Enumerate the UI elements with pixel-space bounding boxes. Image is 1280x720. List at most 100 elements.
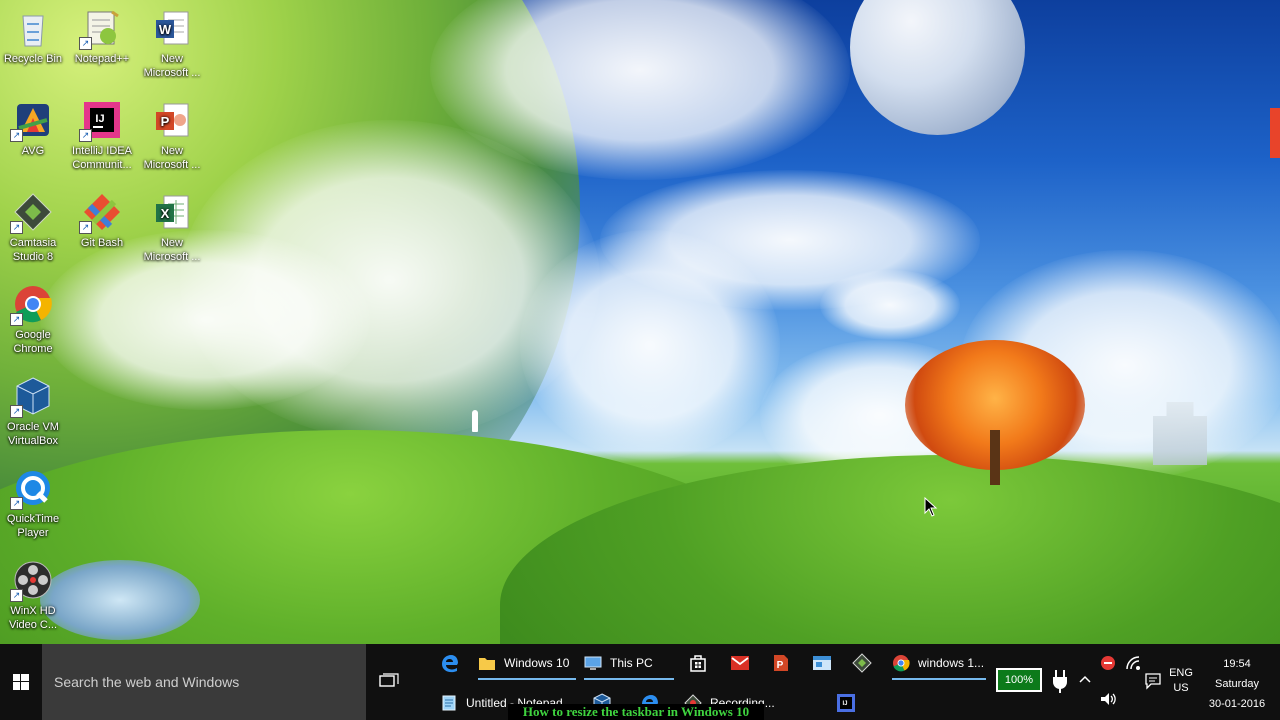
active-indicator xyxy=(584,678,674,680)
wifi-icon[interactable] xyxy=(1124,654,1142,672)
clock-time: 19:54 xyxy=(1223,658,1251,670)
avg-icon: ↗ xyxy=(10,100,53,142)
notepad-plus-plus-icon: ↗ xyxy=(79,8,122,50)
mouse-cursor-icon xyxy=(924,497,938,517)
chrome-icon xyxy=(892,654,910,672)
intellij-idea-icon: IJ ↗ xyxy=(79,100,122,142)
wallpaper-tree-trunk xyxy=(990,430,1000,485)
language-region: US xyxy=(1173,682,1189,694)
clock[interactable]: 19:54 Saturday 30-01-2016 xyxy=(1200,654,1274,714)
camtasia-icon xyxy=(852,653,872,673)
desktop-icon-powerpoint-document[interactable]: P New Microsoft ... xyxy=(138,100,206,172)
desktop-icon-avg[interactable]: ↗ AVG xyxy=(0,100,67,158)
desktop-icon-camtasia[interactable]: ↗ Camtasia Studio 8 xyxy=(0,192,67,264)
language-indicator[interactable]: ENG US xyxy=(1166,666,1196,696)
svg-text:X: X xyxy=(161,206,170,221)
desktop-icon-label: New Microsoft ... xyxy=(143,237,201,263)
desktop-icon-git-bash[interactable]: ↗ Git Bash xyxy=(68,192,136,250)
taskbar-app-store[interactable] xyxy=(688,646,712,680)
power-plug-icon xyxy=(1053,670,1067,693)
powerpoint-icon: P xyxy=(774,655,788,671)
clock-day: Saturday xyxy=(1214,678,1260,690)
taskbar-app-label: windows 1... xyxy=(918,656,985,670)
mail-icon xyxy=(731,656,749,670)
windows-logo-icon xyxy=(13,674,29,690)
quicktime-icon: ↗ xyxy=(10,468,53,510)
taskbar-app-file-explorer[interactable]: Windows 10 xyxy=(478,646,576,680)
excel-document-icon: X xyxy=(152,192,192,232)
desktop-icon-label: Notepad++ xyxy=(74,53,130,65)
desktop-icon-label: WinX HD Video C... xyxy=(8,605,58,631)
desktop-icon-excel-document[interactable]: X New Microsoft ... xyxy=(138,192,206,264)
powerpoint-document-icon: P xyxy=(152,100,192,140)
svg-text:W: W xyxy=(159,22,172,37)
taskbar-app-edge[interactable] xyxy=(440,646,468,680)
active-indicator xyxy=(478,678,576,680)
desktop-icon-label: Git Bash xyxy=(80,237,124,249)
start-button[interactable] xyxy=(0,644,42,720)
desktop-icon-label: Recycle Bin xyxy=(3,53,63,65)
word-document-icon: W xyxy=(152,8,192,48)
store-icon xyxy=(690,655,706,672)
screen-edge-marker xyxy=(1270,108,1280,158)
task-view-icon xyxy=(379,673,399,687)
window-app-icon xyxy=(813,656,831,670)
svg-text:P: P xyxy=(161,114,170,129)
desktop-icon-google-chrome[interactable]: ↗ Google Chrome xyxy=(0,284,67,356)
task-view-button[interactable] xyxy=(376,668,402,694)
wallpaper-cloud xyxy=(820,270,960,340)
desktop-icon-label: New Microsoft ... xyxy=(143,145,201,171)
battery-indicator[interactable]: 100% xyxy=(996,668,1042,692)
wallpaper-cloud xyxy=(520,230,780,460)
edge-icon xyxy=(442,655,458,673)
desktop-icon-virtualbox[interactable]: ↗ Oracle VM VirtualBox xyxy=(0,376,67,448)
taskbar-app-window[interactable] xyxy=(812,646,836,680)
winx-video-icon: ↗ xyxy=(10,560,53,602)
notepad-icon xyxy=(440,694,458,712)
desktop-icon-label: QuickTime Player xyxy=(6,513,60,539)
desktop-icon-label: Google Chrome xyxy=(13,329,53,355)
chrome-icon: ↗ xyxy=(10,284,53,326)
desktop-icon-label: Camtasia Studio 8 xyxy=(9,237,57,263)
antivirus-tray-icon[interactable] xyxy=(1099,654,1117,672)
git-bash-icon: ↗ xyxy=(79,192,122,234)
language-code: ENG xyxy=(1169,667,1193,679)
taskbar-app-this-pc[interactable]: This PC xyxy=(584,646,674,680)
show-hidden-icons-chevron-icon[interactable] xyxy=(1078,674,1092,684)
taskbar-app-powerpoint[interactable]: P xyxy=(772,646,794,680)
folder-icon xyxy=(478,654,496,672)
desktop-icon-quicktime[interactable]: ↗ QuickTime Player xyxy=(0,468,67,540)
desktop-icon-label: New Microsoft ... xyxy=(143,53,201,79)
svg-text:IJ: IJ xyxy=(842,701,847,707)
action-center-icon[interactable] xyxy=(1144,672,1162,690)
desktop-icon-label: IntelliJ IDEA Communit... xyxy=(72,145,132,171)
video-caption: How to resize the taskbar in Windows 10 xyxy=(508,704,764,720)
desktop-icon-recycle-bin[interactable]: Recycle Bin xyxy=(0,8,67,66)
search-placeholder: Search the web and Windows xyxy=(54,674,240,690)
taskbar-app-camtasia[interactable] xyxy=(852,646,876,680)
desktop-icon-winx-video[interactable]: ↗ WinX HD Video C... xyxy=(0,560,67,632)
search-box[interactable]: Search the web and Windows xyxy=(42,644,366,720)
wallpaper-moon xyxy=(850,0,1025,135)
battery-percent: 100% xyxy=(1004,674,1034,686)
this-pc-icon xyxy=(584,654,602,672)
camtasia-icon: ↗ xyxy=(10,192,53,234)
taskbar-app-chrome[interactable]: windows 1... xyxy=(892,646,986,680)
clock-date: 30-01-2016 xyxy=(1208,698,1266,710)
desktop-icon-label: Oracle VM VirtualBox xyxy=(7,421,59,447)
desktop-wallpaper xyxy=(0,0,1280,644)
active-indicator xyxy=(892,678,986,680)
recycle-bin-icon xyxy=(13,8,53,48)
desktop-icon-word-document[interactable]: W New Microsoft ... xyxy=(138,8,206,80)
virtualbox-icon: ↗ xyxy=(10,376,53,418)
taskbar-app-label: This PC xyxy=(610,656,653,670)
volume-icon[interactable] xyxy=(1099,690,1117,708)
taskbar-app-mail[interactable] xyxy=(730,646,752,680)
svg-text:P: P xyxy=(777,660,784,671)
desktop-icon-intellij-idea[interactable]: IJ ↗ IntelliJ IDEA Communit... xyxy=(68,100,136,172)
taskbar-app-label: Windows 10 xyxy=(504,656,570,670)
taskbar-app-intellij[interactable]: IJ xyxy=(836,686,862,720)
wallpaper-figure xyxy=(472,410,478,432)
desktop-icon-notepad-plus-plus[interactable]: ↗ Notepad++ xyxy=(68,8,136,66)
intellij-idea-icon: IJ xyxy=(837,694,855,712)
